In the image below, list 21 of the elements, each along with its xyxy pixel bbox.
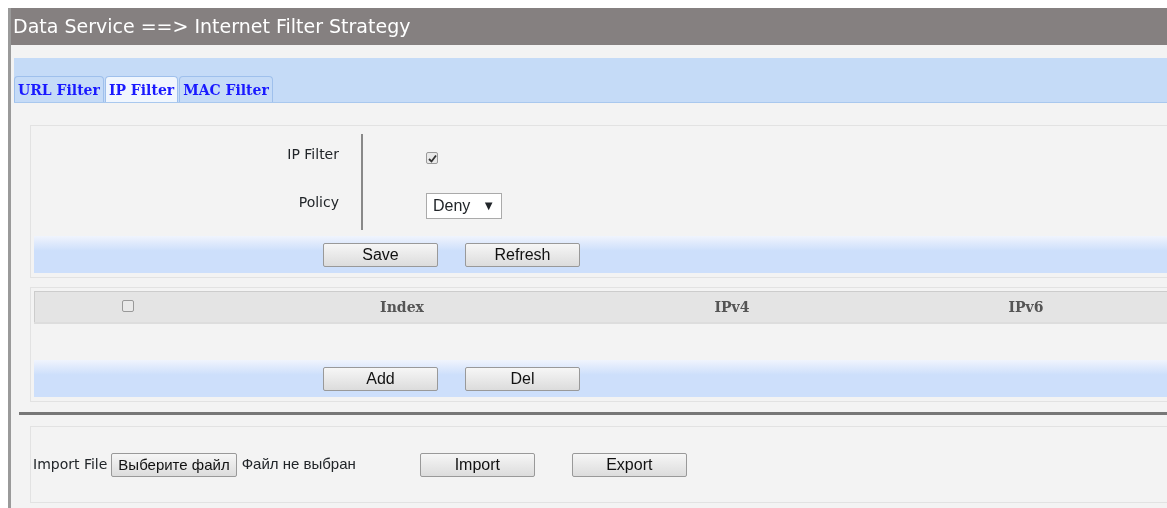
column-header: Index: [379, 297, 425, 317]
page-title: Data Service ==> Internet Filter Strategy: [11, 8, 1167, 45]
tab[interactable]: IP Filter: [104, 76, 179, 102]
field-label: IP Filter: [286, 145, 340, 164]
tab[interactable]: MAC Filter: [179, 76, 273, 102]
select-all-checkbox[interactable]: [121, 299, 134, 312]
import-export-button[interactable]: Import: [419, 452, 535, 477]
column-header: IPv4: [713, 297, 751, 317]
tab[interactable]: URL Filter: [14, 76, 104, 102]
checkbox[interactable]: [426, 152, 438, 164]
import-export-button[interactable]: Export: [571, 452, 687, 477]
choose-file-button[interactable]: Выберите файл: [111, 452, 237, 477]
column-header: IPv6: [1007, 297, 1045, 317]
policy-select[interactable]: Deny ▼: [426, 193, 503, 219]
table-button[interactable]: Del: [465, 366, 580, 391]
table-button[interactable]: Add: [323, 366, 438, 391]
file-status: Файл не выбран: [241, 454, 356, 475]
form-button[interactable]: Refresh: [465, 242, 580, 267]
field-label: Policy: [297, 193, 340, 212]
form-button[interactable]: Save: [323, 242, 438, 267]
import-label: Import File: [33, 455, 108, 474]
